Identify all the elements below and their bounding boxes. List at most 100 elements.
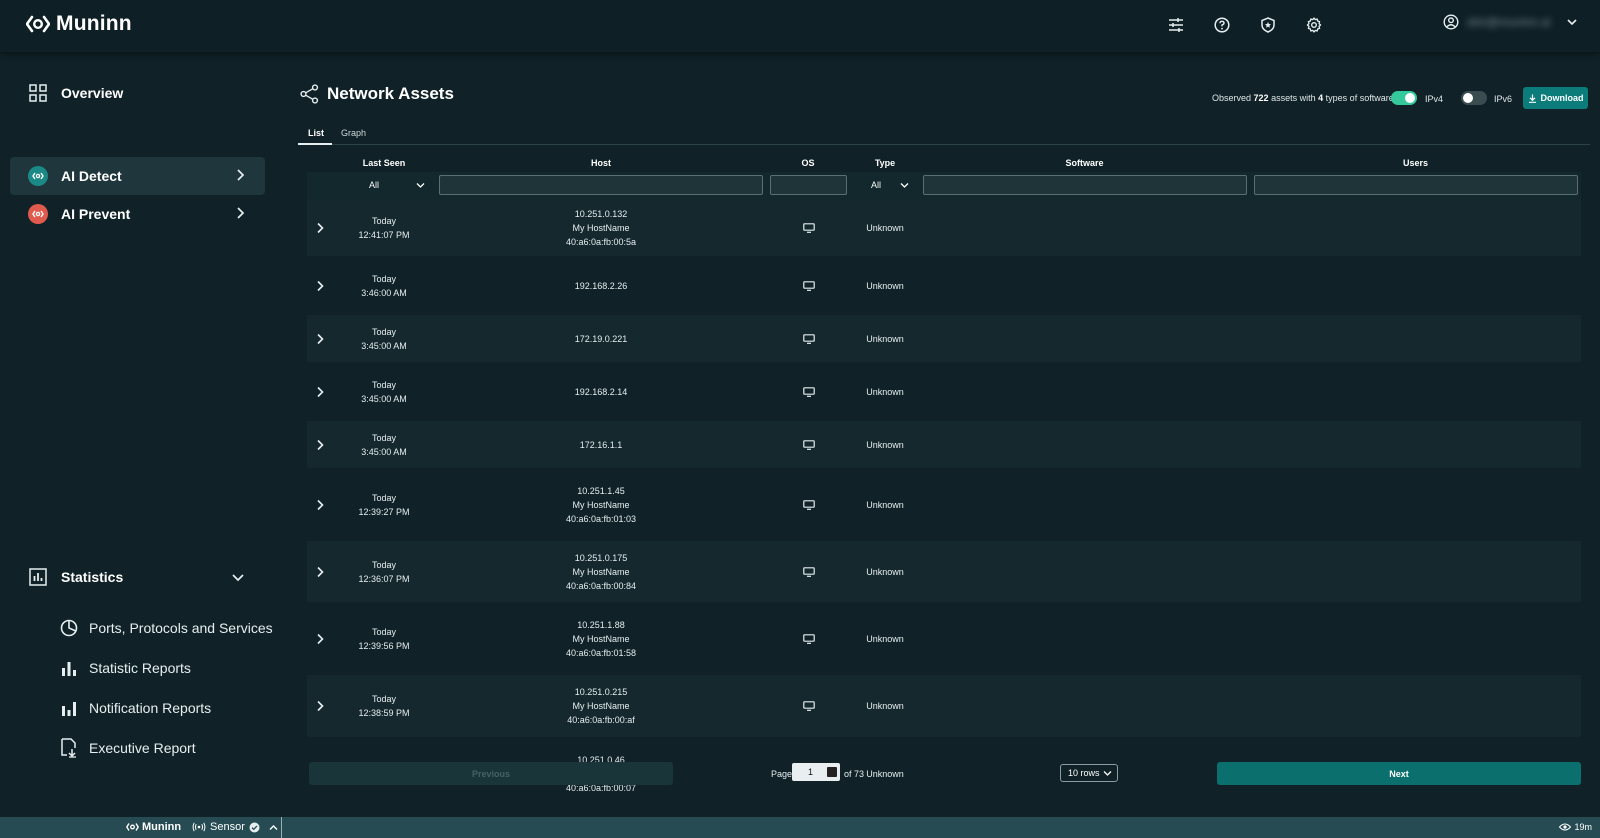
desktop-icon xyxy=(803,280,815,291)
last-seen-filter-select[interactable]: All xyxy=(369,176,425,194)
column-header-type[interactable]: Type xyxy=(854,158,916,168)
host-filter-input[interactable] xyxy=(439,175,763,195)
help-icon[interactable] xyxy=(1210,13,1234,37)
last-seen-cell: Today 12:38:59 PM xyxy=(358,694,410,718)
bar-chart-icon xyxy=(62,702,76,716)
app-logo[interactable]: Muninn xyxy=(26,12,132,36)
top-bar: Muninn dsh@muninn.ai xyxy=(0,0,1600,53)
asset-count: 722 xyxy=(1253,93,1269,103)
sidebar-item-ai-prevent[interactable]: AI Prevent xyxy=(10,195,265,233)
users-filter-input[interactable] xyxy=(1254,175,1578,195)
filters-sliders-icon[interactable] xyxy=(1164,13,1188,37)
chevron-right-icon[interactable] xyxy=(313,279,327,293)
sidebar-item-ai-detect[interactable]: AI Detect xyxy=(10,157,265,195)
os-filter-input[interactable] xyxy=(770,175,847,195)
table-row[interactable]: Today 3:45:00 AM 172.19.0.221 Unknown xyxy=(307,315,1581,362)
chevron-right-icon[interactable] xyxy=(313,632,327,646)
table-row[interactable]: Today 3:45:00 AM 172.16.1.1 Unknown xyxy=(307,421,1581,468)
view-tabs: List Graph xyxy=(298,123,1590,145)
sensor-status[interactable]: Sensor xyxy=(192,821,279,833)
gear-icon[interactable] xyxy=(1302,13,1326,37)
host-cell: 172.16.1.1 xyxy=(579,439,623,450)
sidebar-item-overview[interactable]: Overview xyxy=(10,74,265,112)
ipv6-label: IPv6 xyxy=(1494,94,1513,104)
host-cell: 10.251.0.175 My HostName 40:a6:0a:fb:00:84 xyxy=(565,552,637,591)
broadcast-icon xyxy=(192,822,206,832)
host-cell: 192.168.2.14 xyxy=(574,386,628,397)
previous-button[interactable]: Previous xyxy=(309,762,673,785)
chevron-right-icon[interactable] xyxy=(313,385,327,399)
chevron-right-icon xyxy=(237,169,245,181)
table-row[interactable]: Today 12:36:07 PM 10.251.0.175 My HostName 4… xyxy=(307,541,1581,602)
sidebar-label-executive-report: Executive Report xyxy=(89,740,196,756)
sidebar-item-ports-protocols[interactable]: Ports, Protocols and Services xyxy=(60,616,273,640)
muninn-logo-icon xyxy=(126,823,139,831)
shield-icon[interactable] xyxy=(1256,13,1280,37)
ai-prevent-icon xyxy=(28,204,48,224)
download-icon xyxy=(1528,94,1536,103)
desktop-icon xyxy=(803,386,815,397)
share-network-icon xyxy=(300,84,319,104)
sidebar-item-statistic-reports[interactable]: Statistic Reports xyxy=(60,656,191,680)
type-cell: Unknown xyxy=(866,499,904,510)
chevron-right-icon[interactable] xyxy=(313,699,327,713)
chevron-up-icon xyxy=(269,824,278,830)
type-cell: Unknown xyxy=(866,633,904,644)
host-cell: 192.168.2.26 xyxy=(574,280,628,291)
rows-per-page-select[interactable]: 10 rows xyxy=(1060,764,1118,782)
ipv6-toggle[interactable] xyxy=(1461,91,1487,105)
page-label: Page xyxy=(771,769,793,779)
user-menu[interactable]: dsh@muninn.ai xyxy=(1443,14,1579,30)
status-bar-divider xyxy=(281,817,282,838)
sidebar-label-ai-prevent: AI Prevent xyxy=(61,206,131,222)
host-cell: 10.251.1.88 My HostName 40:a6:0a:fb:01:58 xyxy=(565,619,637,658)
table-row[interactable]: Today 12:38:59 PM 10.251.0.215 My HostName 4… xyxy=(307,675,1581,737)
last-seen-cell: Today 3:46:00 AM xyxy=(361,273,407,298)
desktop-icon xyxy=(803,333,815,344)
chevron-down-icon xyxy=(1103,771,1112,776)
ipv4-toggle[interactable] xyxy=(1391,91,1417,105)
desktop-icon xyxy=(803,499,815,510)
last-seen-cell: Today 3:45:00 AM xyxy=(361,379,407,404)
pagination: Previous Page 1 of 73 10 rows Next xyxy=(307,760,1581,786)
software-filter-input[interactable] xyxy=(923,175,1247,195)
pie-chart-icon xyxy=(60,619,78,637)
last-seen-cell: Today 12:39:56 PM xyxy=(358,626,410,651)
tab-list[interactable]: List xyxy=(308,128,324,138)
next-button[interactable]: Next xyxy=(1217,762,1581,785)
chevron-down-icon xyxy=(1566,19,1577,26)
download-button[interactable]: Download xyxy=(1523,87,1588,109)
chevron-right-icon[interactable] xyxy=(313,438,327,452)
sidebar-item-statistics[interactable]: Statistics xyxy=(10,558,265,596)
type-filter-select[interactable]: All xyxy=(871,176,909,194)
column-header-host[interactable]: Host xyxy=(440,158,762,168)
page-number-input[interactable]: 1 xyxy=(792,763,840,781)
chevron-right-icon[interactable] xyxy=(313,221,327,235)
table-row[interactable]: Today 3:46:00 AM 192.168.2.26 Unknown xyxy=(307,262,1581,309)
sidebar-label-statistics: Statistics xyxy=(61,569,124,585)
sidebar-item-executive-report[interactable]: Executive Report xyxy=(60,736,196,760)
tab-graph[interactable]: Graph xyxy=(341,128,366,138)
sidebar-label-statistic-reports: Statistic Reports xyxy=(89,660,191,676)
chevron-right-icon[interactable] xyxy=(313,565,327,579)
table-row[interactable]: Today 3:45:00 AM 192.168.2.14 Unknown xyxy=(307,368,1581,415)
app-name: Muninn xyxy=(56,12,132,35)
column-header-os[interactable]: OS xyxy=(770,158,846,168)
chevron-down-icon xyxy=(416,183,425,188)
desktop-icon xyxy=(803,223,815,233)
type-cell: Unknown xyxy=(866,566,904,577)
sidebar-item-notification-reports[interactable]: Notification Reports xyxy=(60,696,211,720)
sidebar-label-overview: Overview xyxy=(61,85,124,101)
page-stepper-icon[interactable] xyxy=(827,767,837,777)
user-avatar-icon xyxy=(1443,14,1459,30)
table-row[interactable]: Today 12:41:07 PM 10.251.0.132 My HostName 4… xyxy=(307,200,1581,256)
table-row[interactable]: Today 12:39:27 PM 10.251.1.45 My HostName 40… xyxy=(307,474,1581,535)
chevron-right-icon[interactable] xyxy=(313,498,327,512)
sidebar-label-ai-detect: AI Detect xyxy=(61,168,122,184)
software-type-count: 4 xyxy=(1318,93,1324,103)
column-header-last-seen[interactable]: Last Seen xyxy=(344,158,424,168)
column-header-users[interactable]: Users xyxy=(1254,158,1577,168)
chevron-right-icon[interactable] xyxy=(313,332,327,346)
table-row[interactable]: Today 12:39:56 PM 10.251.1.88 My HostName 40… xyxy=(307,608,1581,669)
column-header-software[interactable]: Software xyxy=(923,158,1246,168)
